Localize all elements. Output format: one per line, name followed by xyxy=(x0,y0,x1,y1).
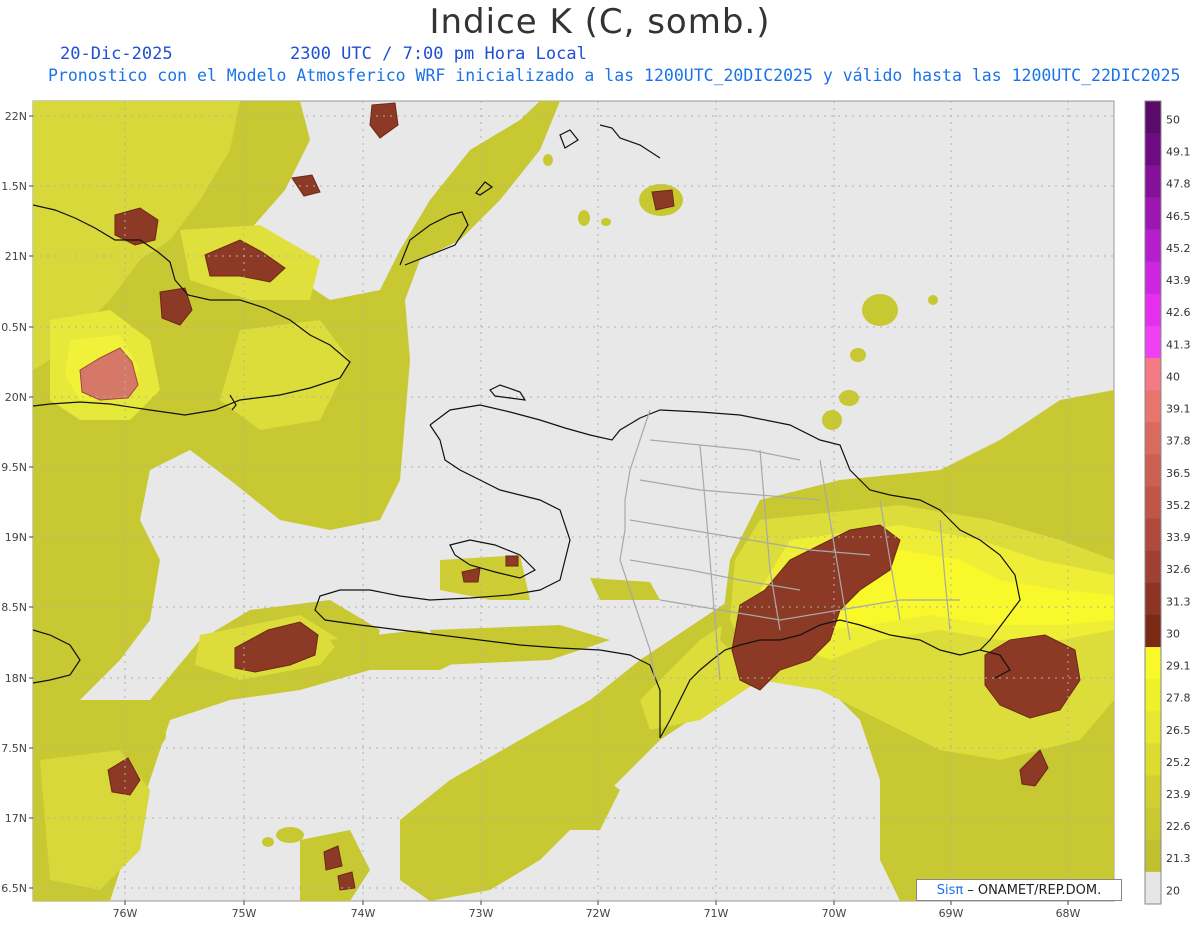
legend-label: 47.8 xyxy=(1166,178,1191,191)
legend-label: 27.8 xyxy=(1166,692,1191,705)
svg-text:74W: 74W xyxy=(351,907,376,920)
legend-swatch xyxy=(1145,422,1161,455)
color-legend: 50 49.1 47.8 46.5 45.2 43.9 42.6 41.3 40 39.1 37.8… xyxy=(1144,100,1191,905)
svg-text:75W: 75W xyxy=(232,907,257,920)
svg-text:69W: 69W xyxy=(939,907,964,920)
legend-label: 49.1 xyxy=(1166,146,1191,159)
credit-box: Sisπ – ONAMET/REP.DOM. xyxy=(916,879,1122,901)
svg-text:68W: 68W xyxy=(1056,907,1081,920)
legend-swatch xyxy=(1145,165,1161,198)
legend-swatch xyxy=(1145,293,1161,327)
longitude-labels: 76W 75W 74W 73W 72W 71W 70W 69W 68W xyxy=(113,907,1081,920)
legend-swatch xyxy=(1145,357,1161,391)
legend-swatch xyxy=(1145,839,1161,873)
legend-swatch xyxy=(1145,390,1161,423)
legend-swatch xyxy=(1145,582,1161,616)
latitude-labels: 22N 1.5N 21N 0.5N 20N 9.5N 19N 8.5N 18N … xyxy=(1,110,27,895)
credit-text: – ONAMET/REP.DOM. xyxy=(967,882,1102,898)
legend-swatch xyxy=(1145,101,1161,134)
svg-text:6.5N: 6.5N xyxy=(1,882,27,895)
svg-text:9.5N: 9.5N xyxy=(1,461,27,474)
svg-text:20N: 20N xyxy=(5,391,27,404)
legend-label: 32.6 xyxy=(1166,563,1191,576)
legend-label: 46.5 xyxy=(1166,210,1191,223)
legend-swatch xyxy=(1145,518,1161,552)
legend-label: 26.5 xyxy=(1166,724,1191,737)
legend-label: 37.8 xyxy=(1166,435,1191,448)
legend-label: 31.3 xyxy=(1166,595,1191,608)
legend-swatch xyxy=(1145,679,1161,712)
legend-label: 42.6 xyxy=(1166,306,1191,319)
legend-swatch xyxy=(1145,871,1161,905)
legend-swatch xyxy=(1145,550,1161,584)
legend-swatch xyxy=(1145,486,1161,520)
legend-swatch xyxy=(1145,197,1161,230)
legend-label: 41.3 xyxy=(1166,338,1191,351)
legend-swatch xyxy=(1145,743,1161,777)
svg-text:17N: 17N xyxy=(5,812,27,825)
svg-text:22N: 22N xyxy=(5,110,27,123)
svg-text:71W: 71W xyxy=(704,907,729,920)
svg-text:21N: 21N xyxy=(5,250,27,263)
legend-label: 35.2 xyxy=(1166,499,1191,512)
legend-label: 25.2 xyxy=(1166,756,1191,769)
svg-text:7.5N: 7.5N xyxy=(1,742,27,755)
legend-swatch xyxy=(1145,807,1161,841)
latitude-ticks xyxy=(29,115,33,889)
svg-text:0.5N: 0.5N xyxy=(1,321,27,334)
legend-swatch xyxy=(1145,775,1161,809)
legend-label: 40 xyxy=(1166,370,1180,383)
legend-label: 21.3 xyxy=(1166,852,1191,865)
svg-text:72W: 72W xyxy=(586,907,611,920)
legend-label: 39.1 xyxy=(1166,403,1191,416)
legend-swatch xyxy=(1145,614,1161,648)
legend-label: 33.9 xyxy=(1166,531,1191,544)
svg-text:76W: 76W xyxy=(113,907,138,920)
longitude-ticks xyxy=(124,901,1069,905)
legend-label: 43.9 xyxy=(1166,274,1191,287)
credit-brand: Sisπ xyxy=(936,882,964,898)
legend-label: 23.9 xyxy=(1166,788,1191,801)
legend-swatch xyxy=(1145,711,1161,744)
legend-swatch xyxy=(1145,647,1161,680)
svg-text:1.5N: 1.5N xyxy=(1,180,27,193)
svg-text:73W: 73W xyxy=(469,907,494,920)
legend-label: 22.6 xyxy=(1166,820,1191,833)
legend-swatch xyxy=(1145,229,1161,263)
legend-label: 36.5 xyxy=(1166,467,1191,480)
svg-text:8.5N: 8.5N xyxy=(1,601,27,614)
legend-label: 29.1 xyxy=(1166,660,1191,673)
legend-swatch xyxy=(1145,133,1161,166)
svg-text:18N: 18N xyxy=(5,672,27,685)
legend-label: 45.2 xyxy=(1166,242,1191,255)
legend-swatch xyxy=(1145,261,1161,295)
k-index-map: 22N 1.5N 21N 0.5N 20N 9.5N 19N 8.5N 18N … xyxy=(1,100,1191,920)
svg-text:19N: 19N xyxy=(5,531,27,544)
legend-label: 50 xyxy=(1166,113,1180,126)
legend-label: 20 xyxy=(1166,884,1180,897)
legend-swatch xyxy=(1145,454,1161,487)
legend-swatch xyxy=(1145,325,1161,359)
svg-text:70W: 70W xyxy=(822,907,847,920)
legend-label: 30 xyxy=(1166,627,1180,640)
